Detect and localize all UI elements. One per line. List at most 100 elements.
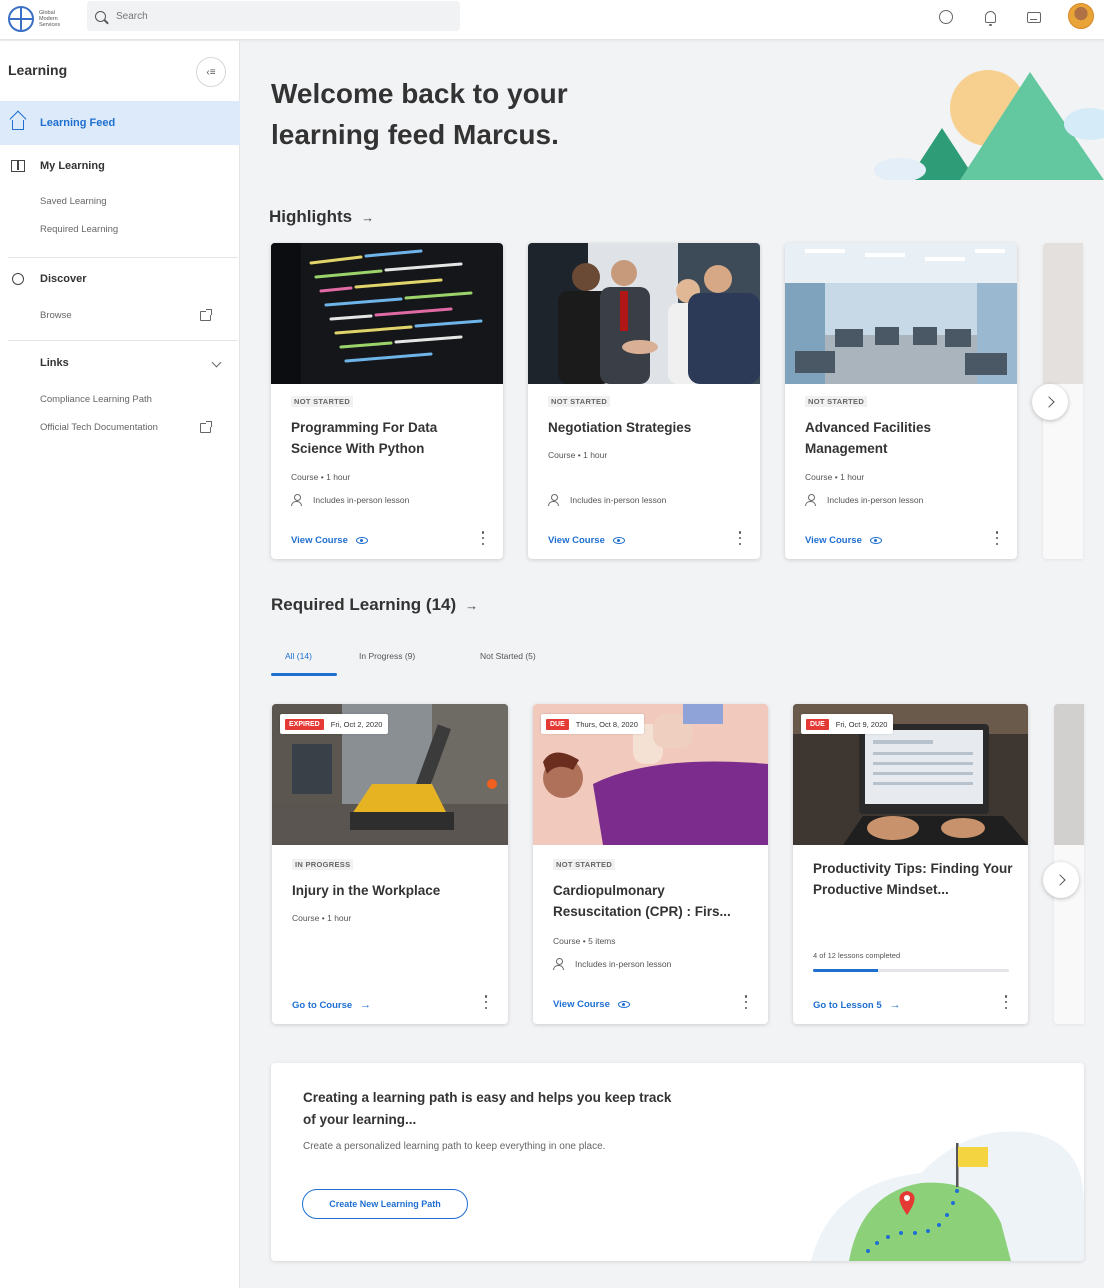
chevron-right-icon xyxy=(1042,396,1055,408)
notifications-bell-icon[interactable] xyxy=(981,8,999,26)
link-label: View Course xyxy=(291,535,348,546)
company-name: Global Modern Services xyxy=(39,10,61,28)
arrow-right-icon: → xyxy=(361,209,375,225)
links-section-header[interactable]: Links xyxy=(40,357,69,369)
go-to-course-link[interactable]: Go to Course → xyxy=(292,999,371,1011)
chevron-down-icon[interactable] xyxy=(211,357,222,368)
course-card[interactable]: NOT STARTED Programming For Data Science… xyxy=(271,243,503,559)
external-link-icon[interactable] xyxy=(200,421,212,433)
sidebar-item-saved-learning[interactable]: Saved Learning xyxy=(40,196,107,207)
search-icon xyxy=(10,271,26,287)
status-ring-icon[interactable] xyxy=(937,8,955,26)
in-person-note: Includes in-person lesson xyxy=(553,958,671,970)
carousel-next-button[interactable] xyxy=(1043,862,1079,898)
go-to-lesson-link[interactable]: Go to Lesson 5 → xyxy=(813,999,901,1011)
user-avatar[interactable] xyxy=(1068,3,1094,29)
course-thumbnail xyxy=(271,243,503,384)
arrow-right-icon: → xyxy=(360,999,372,1011)
collapse-sidebar-button[interactable]: ‹≡ xyxy=(196,57,226,87)
carousel-next-button[interactable] xyxy=(1032,384,1068,420)
inbox-icon[interactable] xyxy=(1025,8,1043,26)
course-meta: Course • 1 hour xyxy=(805,472,865,482)
course-meta: Course • 1 hour xyxy=(548,450,608,460)
external-link-icon[interactable] xyxy=(200,309,212,321)
course-card[interactable]: DUE Fri, Oct 9, 2020 Productivity Tips: … xyxy=(793,704,1028,1024)
course-card[interactable]: NOT STARTED Negotiation Strategies Cours… xyxy=(528,243,760,559)
course-title[interactable]: Cardiopulmonary Resuscitation (CPR) : Fi… xyxy=(553,880,753,922)
tab-in-progress[interactable]: In Progress (9) xyxy=(359,651,415,661)
eye-icon xyxy=(869,537,882,544)
person-icon xyxy=(805,494,816,506)
top-bar: Global Modern Services xyxy=(0,0,1104,40)
course-title[interactable]: Negotiation Strategies xyxy=(548,417,738,438)
home-icon xyxy=(10,115,26,131)
link-label: Go to Lesson 5 xyxy=(813,999,882,1011)
sidebar-item-discover[interactable]: Discover xyxy=(0,257,240,301)
mountains-illustration xyxy=(874,70,1104,180)
view-course-link[interactable]: View Course xyxy=(548,535,625,546)
highlights-title-text: Highlights xyxy=(269,207,353,226)
more-options-icon[interactable] xyxy=(744,995,748,1009)
status-badge: NOT STARTED xyxy=(548,396,611,407)
eye-icon xyxy=(612,537,625,544)
sidebar-item-label: My Learning xyxy=(40,160,105,172)
sidebar-item-my-learning[interactable]: My Learning xyxy=(0,144,240,188)
learning-path-cta-card: Creating a learning path is easy and hel… xyxy=(271,1063,1084,1261)
book-icon xyxy=(10,158,26,174)
view-course-link[interactable]: View Course xyxy=(805,535,882,546)
course-title[interactable]: Programming For Data Science With Python xyxy=(291,417,481,459)
due-tag: DUE xyxy=(806,718,829,730)
sidebar: Learning ‹≡ Learning Feed My Learning Sa… xyxy=(0,41,240,1288)
view-course-link[interactable]: View Course xyxy=(291,535,368,546)
tab-all[interactable]: All (14) xyxy=(285,651,312,661)
link-label: View Course xyxy=(553,999,610,1010)
sidebar-title: Learning xyxy=(8,62,68,78)
search-bar[interactable] xyxy=(87,1,460,31)
sidebar-item-label: Learning Feed xyxy=(40,117,116,129)
more-options-icon[interactable] xyxy=(995,531,999,545)
highlights-section-title[interactable]: Highlights → xyxy=(269,207,374,227)
progress-bar xyxy=(813,969,1009,972)
progress-text: 4 of 12 lessons completed xyxy=(813,951,901,960)
status-badge: NOT STARTED xyxy=(291,396,354,407)
course-card[interactable]: DUE Thurs, Oct 8, 2020 NOT STARTED Cardi… xyxy=(533,704,768,1024)
course-title[interactable]: Advanced Facilities Management xyxy=(805,417,995,459)
course-card[interactable]: EXPIRED Fri, Oct 2, 2020 IN PROGRESS Inj… xyxy=(272,704,508,1024)
due-date-badge: DUE Thurs, Oct 8, 2020 xyxy=(541,714,644,734)
due-date: Fri, Oct 9, 2020 xyxy=(835,719,888,729)
course-title[interactable]: Injury in the Workplace xyxy=(292,880,482,901)
course-card[interactable]: NOT STARTED Advanced Facilities Manageme… xyxy=(785,243,1017,559)
course-meta: Course • 1 hour xyxy=(291,472,351,482)
search-input[interactable] xyxy=(116,10,436,22)
page-title: Welcome back to your learning feed Marcu… xyxy=(271,78,568,150)
view-course-link[interactable]: View Course xyxy=(553,999,630,1010)
course-thumbnail xyxy=(785,243,1017,384)
create-learning-path-button[interactable]: Create New Learning Path xyxy=(302,1189,468,1219)
collapse-icon: ‹≡ xyxy=(206,66,216,78)
person-icon xyxy=(553,958,564,970)
required-learning-section-title[interactable]: Required Learning (14) → xyxy=(271,595,478,615)
sidebar-item-browse[interactable]: Browse xyxy=(40,310,72,321)
in-person-note: Includes in-person lesson xyxy=(548,494,666,506)
sidebar-link-compliance[interactable]: Compliance Learning Path xyxy=(40,394,152,405)
search-icon xyxy=(95,10,106,22)
eye-icon xyxy=(355,537,368,544)
more-options-icon[interactable] xyxy=(481,531,485,545)
course-thumbnail xyxy=(528,243,760,384)
link-label: View Course xyxy=(805,535,862,546)
company-logo[interactable]: Global Modern Services xyxy=(8,5,78,33)
person-icon xyxy=(548,494,559,506)
course-title[interactable]: Productivity Tips: Finding Your Producti… xyxy=(813,858,1013,900)
eye-icon xyxy=(617,1001,630,1008)
due-tag: DUE xyxy=(546,718,569,730)
more-options-icon[interactable] xyxy=(1004,995,1008,1009)
sidebar-divider xyxy=(8,340,238,341)
sidebar-link-tech-docs[interactable]: Official Tech Documentation xyxy=(40,422,158,433)
sidebar-item-required-learning[interactable]: Required Learning xyxy=(40,224,118,235)
due-date-badge: DUE Fri, Oct 9, 2020 xyxy=(801,714,894,734)
progress-fill xyxy=(813,969,879,972)
sidebar-item-learning-feed[interactable]: Learning Feed xyxy=(0,101,240,145)
tab-not-started[interactable]: Not Started (5) xyxy=(480,651,536,661)
more-options-icon[interactable] xyxy=(738,531,742,545)
more-options-icon[interactable] xyxy=(484,995,488,1009)
